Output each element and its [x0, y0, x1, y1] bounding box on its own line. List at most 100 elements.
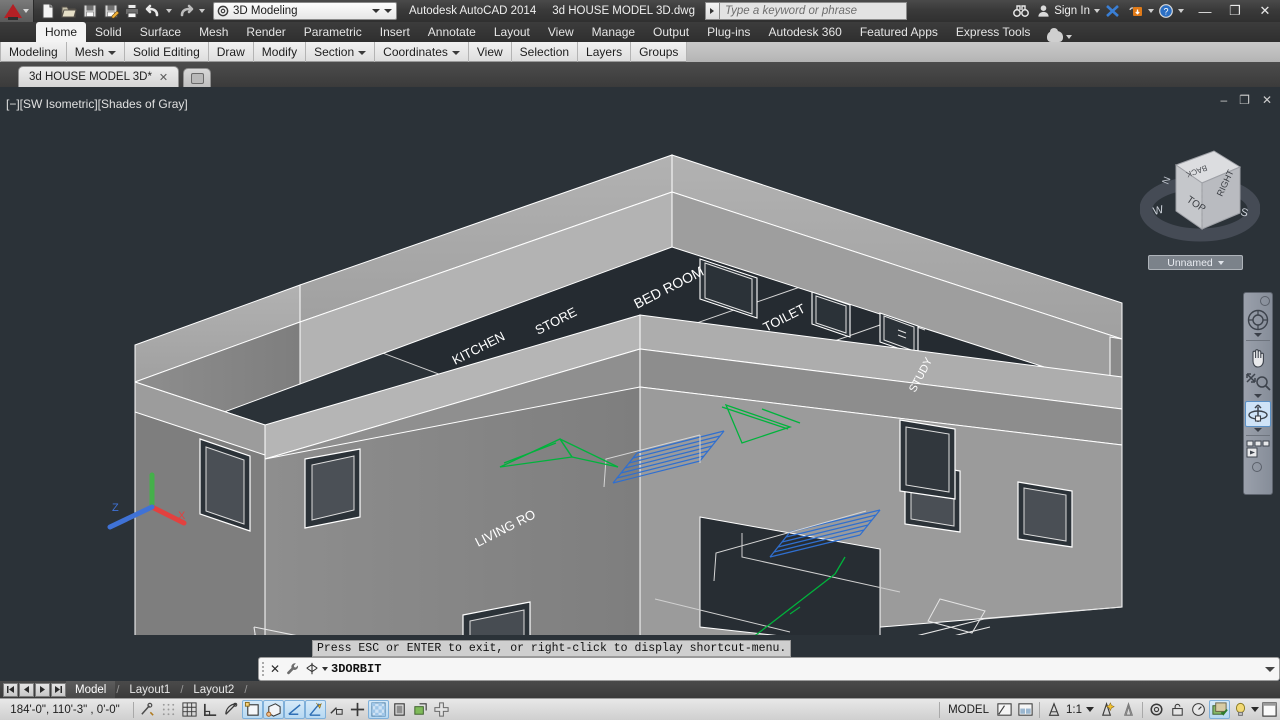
navbar-close-icon[interactable]	[1260, 296, 1270, 306]
command-line-close-icon[interactable]: ✕	[267, 662, 283, 676]
toolbar-lock-icon[interactable]	[1167, 700, 1188, 719]
status-bar-light-icon[interactable]	[1230, 700, 1251, 719]
chevron-down-icon[interactable]	[358, 51, 367, 55]
workspace-selector[interactable]: 3D Modeling	[213, 2, 397, 20]
view-cube[interactable]: W S N E TOP RIGHT BACK Unnamed	[1139, 137, 1261, 272]
command-customize-icon[interactable]	[283, 662, 303, 677]
workspace-gear-icon[interactable]	[1146, 700, 1167, 719]
ribbon-tab-autodesk-360[interactable]: Autodesk 360	[759, 22, 850, 42]
search-binoculars-icon[interactable]	[1009, 1, 1033, 21]
command-line-grip[interactable]	[259, 658, 267, 680]
sign-in-button[interactable]: Sign In	[1033, 4, 1094, 18]
isolate-objects-icon[interactable]	[1209, 700, 1230, 719]
ribbon-panel-section[interactable]: Section	[306, 41, 376, 62]
annotation-scale-control[interactable]: 1:1	[1043, 701, 1097, 718]
ribbon-tab-express-tools[interactable]: Express Tools	[947, 22, 1039, 42]
autodesk-360-icon[interactable]	[1124, 1, 1148, 21]
ribbon-tab-mesh[interactable]: Mesh	[190, 22, 237, 42]
ribbon-cloud-menu[interactable]	[1039, 28, 1080, 42]
zoom-dropdown-icon[interactable]	[1254, 394, 1262, 398]
model-space-label[interactable]: MODEL	[943, 704, 994, 716]
save-as-icon[interactable]	[101, 2, 120, 20]
dynamic-input-icon[interactable]	[326, 700, 347, 719]
model-space-icon[interactable]	[994, 700, 1015, 719]
coordinates-display[interactable]: 184'-0", 110'-3" , 0'-0"	[0, 704, 130, 716]
object-snap-tracking-icon[interactable]	[284, 700, 305, 719]
object-snap-icon[interactable]	[242, 700, 263, 719]
open-icon[interactable]	[59, 2, 78, 20]
save-icon[interactable]	[80, 2, 99, 20]
ribbon-tab-home[interactable]: Home	[36, 22, 87, 42]
infer-constraints-icon[interactable]	[137, 700, 158, 719]
help-dropdown-icon[interactable]	[1178, 9, 1184, 13]
ribbon-panel-view[interactable]: View	[469, 41, 512, 62]
annotation-monitor-icon[interactable]	[410, 700, 431, 719]
ribbon-tab-solid[interactable]: Solid	[86, 22, 131, 42]
command-input[interactable]: 3DORBIT	[329, 662, 1261, 676]
layout-tab-layout2[interactable]: Layout2	[184, 681, 243, 698]
ribbon-tab-insert[interactable]: Insert	[371, 22, 419, 42]
command-history-icon[interactable]	[1261, 666, 1279, 672]
dynamic-ucs-icon[interactable]	[305, 700, 326, 719]
status-bar-menu-icon[interactable]	[1251, 707, 1259, 712]
new-icon[interactable]	[38, 2, 57, 20]
steering-wheel-dropdown-icon[interactable]	[1254, 333, 1262, 337]
grid-display-icon[interactable]	[179, 700, 200, 719]
search-dropdown-icon[interactable]	[704, 2, 719, 20]
close-button[interactable]: ✕	[1250, 0, 1280, 22]
show-motion-icon[interactable]	[1245, 440, 1271, 460]
first-layout-button[interactable]	[3, 682, 18, 697]
layout-viewport-icon[interactable]	[1015, 700, 1036, 719]
ribbon-tab-featured-apps[interactable]: Featured Apps	[851, 22, 947, 42]
ribbon-tab-annotate[interactable]: Annotate	[419, 22, 485, 42]
redo-dropdown-icon[interactable]	[199, 9, 205, 13]
ribbon-tab-surface[interactable]: Surface	[131, 22, 190, 42]
ribbon-panel-solid-editing[interactable]: Solid Editing	[125, 41, 209, 62]
ribbon-panel-coordinates[interactable]: Coordinates	[375, 41, 469, 62]
last-layout-button[interactable]	[51, 682, 66, 697]
help-icon[interactable]: ?	[1154, 1, 1178, 21]
undo-icon[interactable]	[143, 2, 162, 20]
view-name-dropdown[interactable]: Unnamed	[1148, 255, 1243, 270]
workspace-switch-icon[interactable]	[431, 700, 452, 719]
ribbon-panel-draw[interactable]: Draw	[209, 41, 254, 62]
lineweight-icon[interactable]	[347, 700, 368, 719]
search-input[interactable]: Type a keyword or phrase	[718, 2, 907, 20]
file-tab[interactable]: 3d HOUSE MODEL 3D* ✕	[18, 66, 180, 87]
ribbon-tab-output[interactable]: Output	[644, 22, 698, 42]
polar-tracking-icon[interactable]	[221, 700, 242, 719]
auto-scale-icon[interactable]	[1118, 700, 1139, 719]
selection-cycling-icon[interactable]	[389, 700, 410, 719]
annotation-visibility-icon[interactable]	[1097, 700, 1118, 719]
exchange-apps-icon[interactable]	[1100, 1, 1124, 21]
chevron-down-icon[interactable]	[372, 9, 380, 13]
layout-tab-layout1[interactable]: Layout1	[120, 681, 179, 698]
navbar-resize-icon[interactable]	[1252, 462, 1262, 472]
ribbon-tab-layout[interactable]: Layout	[485, 22, 539, 42]
restore-button[interactable]: ❐	[1220, 0, 1250, 22]
ribbon-tab-manage[interactable]: Manage	[583, 22, 644, 42]
zoom-extents-icon[interactable]	[1245, 371, 1271, 393]
orbit-icon[interactable]	[1245, 401, 1271, 427]
prev-layout-button[interactable]	[19, 682, 34, 697]
workspace-settings-icon[interactable]	[384, 9, 392, 13]
application-menu-button[interactable]	[0, 0, 34, 22]
ribbon-panel-groups[interactable]: Groups	[631, 41, 688, 62]
pan-hand-icon[interactable]	[1245, 345, 1271, 369]
ribbon-panel-layers[interactable]: Layers	[578, 41, 632, 62]
ribbon-panel-selection[interactable]: Selection	[512, 41, 579, 62]
ribbon-panel-modify[interactable]: Modify	[254, 41, 307, 62]
snap-mode-icon[interactable]	[158, 700, 179, 719]
undo-dropdown-icon[interactable]	[166, 9, 172, 13]
ribbon-panel-mesh[interactable]: Mesh	[67, 41, 126, 62]
steering-wheel-icon[interactable]	[1245, 308, 1271, 332]
ribbon-tab-render[interactable]: Render	[237, 22, 294, 42]
plot-icon[interactable]	[122, 2, 141, 20]
ribbon-panel-modeling[interactable]: Modeling	[0, 41, 67, 62]
drawing-viewport[interactable]: [−][SW Isometric][Shades of Gray] – ❐ ✕	[0, 87, 1280, 635]
command-line[interactable]: ✕ 3DORBIT	[258, 657, 1280, 681]
transparency-icon[interactable]	[368, 700, 389, 719]
ribbon-tab-parametric[interactable]: Parametric	[295, 22, 371, 42]
close-icon[interactable]: ✕	[159, 71, 168, 84]
layout-tab-model[interactable]: Model	[66, 681, 116, 698]
